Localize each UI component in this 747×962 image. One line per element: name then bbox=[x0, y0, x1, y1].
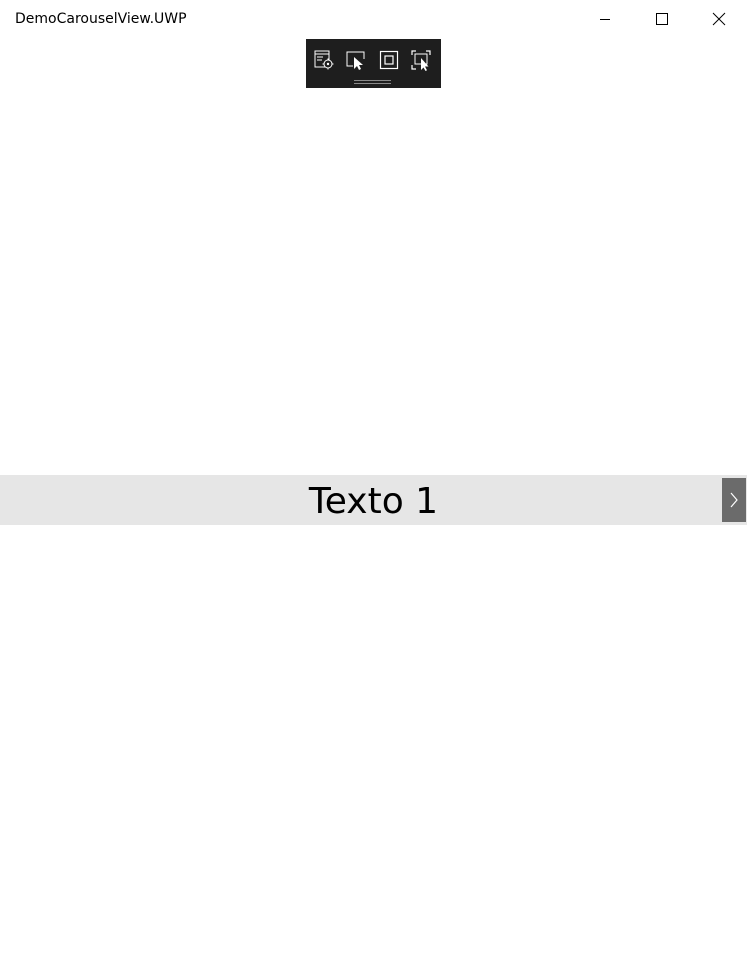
maximize-icon bbox=[655, 13, 668, 25]
display-layout-adorners-icon bbox=[379, 50, 399, 70]
minimize-button[interactable] bbox=[576, 0, 633, 38]
debug-toolbar bbox=[306, 39, 441, 88]
visual-tree-select-icon bbox=[314, 50, 334, 70]
carousel-next-button[interactable] bbox=[722, 478, 746, 522]
track-focus-icon bbox=[411, 50, 431, 71]
carousel-view[interactable]: Texto 1 bbox=[0, 475, 747, 525]
carousel-item-text: Texto 1 bbox=[308, 481, 439, 522]
track-focus-button[interactable] bbox=[408, 47, 434, 73]
select-element-button[interactable] bbox=[343, 47, 369, 73]
close-icon bbox=[712, 12, 725, 26]
toolbar-drag-handle[interactable] bbox=[354, 80, 391, 84]
close-button[interactable] bbox=[690, 0, 747, 38]
select-element-icon bbox=[346, 51, 365, 70]
window-title: DemoCarouselView.UWP bbox=[15, 11, 187, 27]
visual-tree-select-button[interactable] bbox=[311, 47, 337, 73]
title-bar[interactable]: DemoCarouselView.UWP bbox=[0, 0, 747, 38]
maximize-button[interactable] bbox=[633, 0, 690, 38]
app-window: DemoCarouselView.UWP Texto 1 bbox=[0, 0, 747, 962]
minimize-icon bbox=[599, 19, 610, 20]
display-layout-adorners-button[interactable] bbox=[376, 47, 402, 73]
chevron-right-icon bbox=[730, 492, 738, 508]
